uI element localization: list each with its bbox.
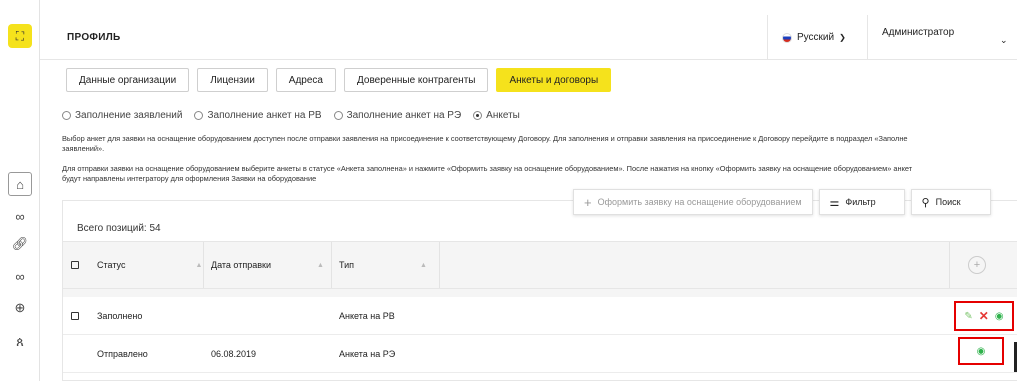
table-toolbar: + Оформить заявку на оснащение оборудова…: [573, 189, 991, 215]
radio-circle: [333, 111, 343, 120]
row-spacer: [63, 289, 1017, 297]
sort-icon[interactable]: ▲: [420, 262, 427, 269]
row-type: Анкета на РЭ: [339, 348, 396, 359]
delete-icon[interactable]: ✕: [979, 309, 989, 323]
profile-tabs: Данные организации Лицензии Адреса Довер…: [66, 68, 612, 92]
radio-applications[interactable]: Заполнение заявлений: [62, 110, 182, 121]
select-all-checkbox[interactable]: [71, 242, 79, 288]
row-status: Отправлено: [97, 348, 148, 359]
content: Данные организации Лицензии Адреса Довер…: [40, 60, 1017, 381]
button-label: Поиск: [935, 197, 961, 207]
column-label: Статус: [97, 260, 126, 270]
info-text-1: Выбор анкет для заявки на оснащение обор…: [62, 134, 908, 143]
link-icon[interactable]: 🔗︎: [8, 232, 32, 256]
column-divider: [331, 242, 332, 288]
info-text-2-cont: будут направлены интегратору для оформле…: [62, 174, 317, 183]
sidebar: ⛶ ⌂ ∞ 🔗︎ ∞ ⊕ ጰ: [0, 0, 40, 381]
column-status[interactable]: Статус ▲: [97, 242, 202, 288]
button-label: Фильтр: [845, 197, 876, 207]
handshake-icon[interactable]: ∞: [8, 204, 32, 228]
sort-icon[interactable]: ▲: [195, 262, 202, 269]
row-checkbox[interactable]: [71, 297, 79, 334]
row-status: Заполнено: [97, 310, 143, 321]
globe-icon[interactable]: ⊕: [8, 296, 32, 320]
radio-circle-selected: [473, 111, 483, 120]
header: ПРОФИЛЬ Русский ❯ Администратор ⌄: [40, 0, 1017, 60]
tab-organization-data[interactable]: Данные организации: [66, 68, 190, 92]
submit-equipment-request-button[interactable]: + Оформить заявку на оснащение оборудова…: [573, 189, 813, 215]
tab-trusted-contractors[interactable]: Доверенные контрагенты: [344, 68, 489, 92]
page-title: ПРОФИЛЬ: [67, 32, 121, 43]
radio-circle: [194, 111, 204, 120]
radio-group: Заполнение заявлений Заполнение анкет на…: [62, 110, 520, 121]
radio-label: Заполнение заявлений: [75, 110, 183, 121]
button-label: Оформить заявку на оснащение оборудовани…: [597, 197, 802, 207]
info-text-1-cont: заявлений».: [62, 144, 105, 153]
table-header: Статус ▲ Дата отправки ▲ Тип ▲ +: [63, 241, 1017, 289]
user-menu[interactable]: Администратор ⌄: [867, 15, 1017, 60]
column-label: Тип: [339, 260, 355, 270]
radio-label: Заполнение анкет на РВ: [207, 110, 322, 121]
view-icon[interactable]: ◉: [977, 346, 986, 357]
search-button[interactable]: ⚲ Поиск: [910, 189, 991, 215]
column-divider: [949, 242, 950, 288]
tab-addresses[interactable]: Адреса: [275, 68, 336, 92]
language-selector[interactable]: Русский ❯: [767, 15, 867, 60]
chevron-down-icon: ❯: [839, 33, 846, 42]
row-actions: ◉: [958, 337, 1004, 365]
chevron-down-icon: ⌄: [1000, 35, 1008, 45]
table-row[interactable]: Отправлено 06.08.2019 Анкета на РЭ ◉: [63, 335, 1017, 373]
radio-questionnaires-rv[interactable]: Заполнение анкет на РВ: [194, 110, 322, 121]
search-icon: ⚲: [921, 196, 930, 209]
radio-label: Анкеты: [486, 110, 520, 121]
column-divider: [439, 242, 440, 288]
column-label: Дата отправки: [211, 260, 271, 270]
sort-icon[interactable]: ▲: [317, 262, 324, 269]
handshake-icon[interactable]: ∞: [8, 264, 32, 288]
radio-questionnaires-re[interactable]: Заполнение анкет на РЭ: [333, 110, 462, 121]
logo-icon[interactable]: ⛶: [8, 24, 32, 48]
row-date: 06.08.2019: [211, 348, 257, 359]
filter-icon: ⚌: [829, 196, 840, 209]
language-label: Русский: [797, 32, 835, 43]
total-count: Всего позиций: 54: [77, 223, 161, 234]
info-text-2: Для отправки заявки на оснащение оборудо…: [62, 164, 913, 173]
radio-circle: [62, 111, 71, 120]
view-icon[interactable]: ◉: [995, 311, 1004, 322]
add-column-icon[interactable]: +: [968, 256, 986, 274]
tab-questionnaires-contracts[interactable]: Анкеты и договоры: [496, 68, 612, 92]
edit-icon[interactable]: ✎: [964, 311, 972, 322]
radio-label: Заполнение анкет на РЭ: [346, 110, 462, 121]
column-sent-date[interactable]: Дата отправки ▲: [211, 242, 324, 288]
app: ⛶ ⌂ ∞ 🔗︎ ∞ ⊕ ጰ ПРОФИЛЬ Русский ❯ Админис…: [0, 0, 1017, 381]
column-divider: [203, 242, 204, 288]
filter-button[interactable]: ⚌ Фильтр: [818, 189, 905, 215]
user-icon[interactable]: ጰ: [8, 330, 32, 354]
table-row[interactable]: Заполнено Анкета на РВ ✎ ✕ ◉: [63, 297, 1017, 335]
russia-flag-icon: [782, 32, 792, 43]
plus-icon: +: [584, 194, 592, 210]
tab-licenses[interactable]: Лицензии: [197, 68, 268, 92]
questionnaires-table-card: Всего позиций: 54 + Оформить заявку на о…: [62, 189, 1017, 381]
radio-questionnaires[interactable]: Анкеты: [473, 110, 520, 121]
row-type: Анкета на РВ: [339, 310, 395, 321]
column-type[interactable]: Тип ▲: [339, 242, 427, 288]
row-actions: ✎ ✕ ◉: [954, 301, 1014, 331]
home-icon[interactable]: ⌂: [8, 172, 32, 196]
user-name: Администратор: [882, 27, 955, 38]
